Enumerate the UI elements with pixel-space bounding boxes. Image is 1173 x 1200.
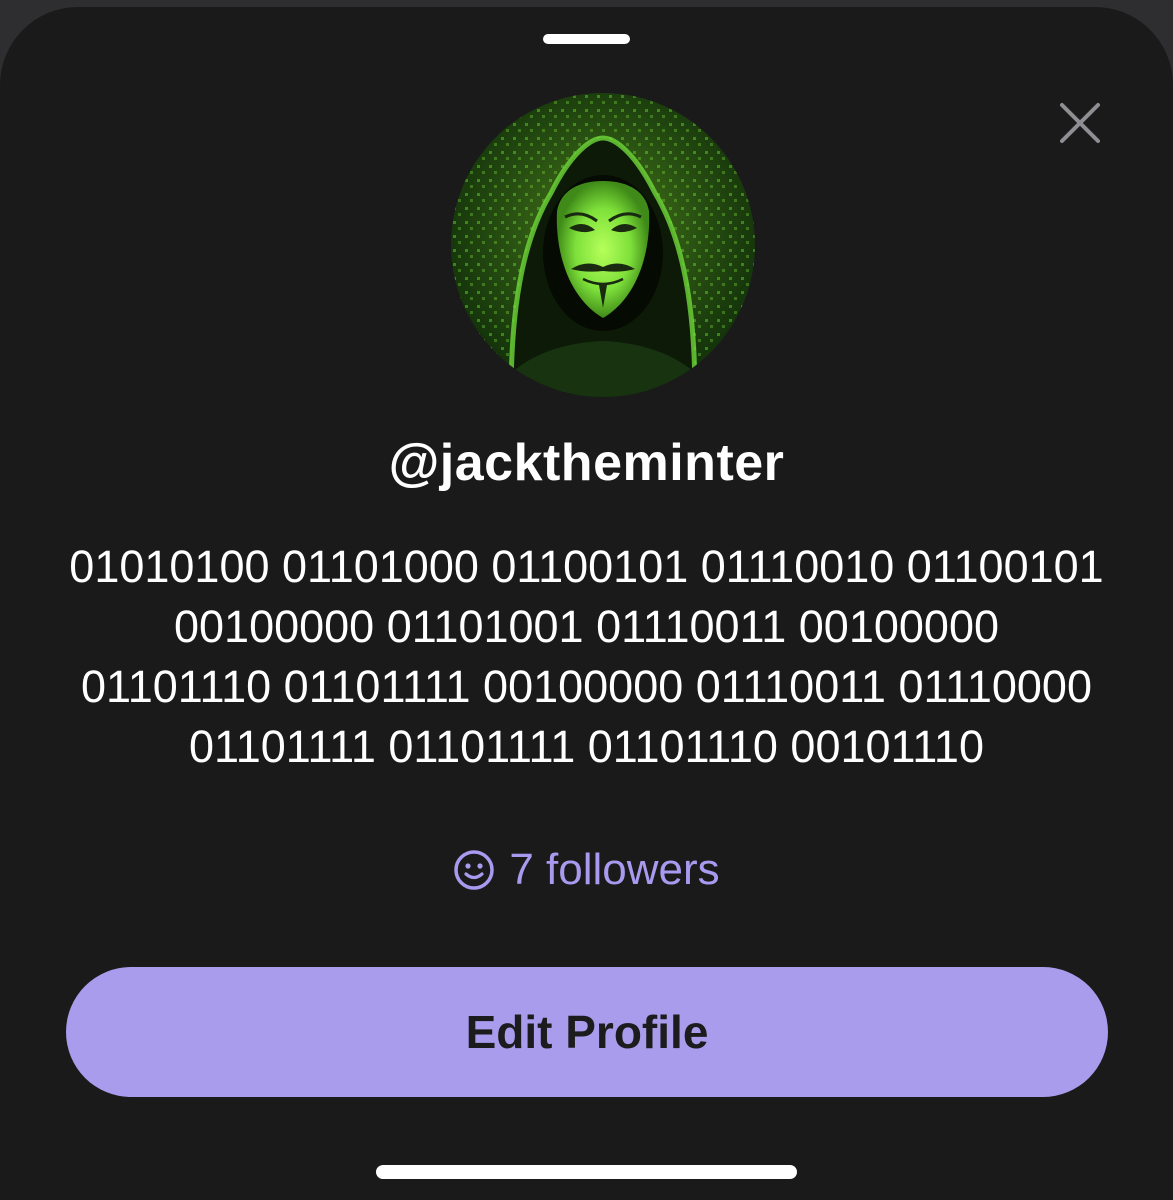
smiley-icon: [453, 849, 495, 891]
close-button[interactable]: [1052, 95, 1108, 151]
avatar: [451, 93, 755, 397]
home-indicator[interactable]: [376, 1165, 797, 1179]
followers-link[interactable]: 7 followers: [0, 845, 1173, 895]
hooded-mask-avatar-icon: [451, 93, 755, 397]
profile-sheet: @jacktheminter 01010100 01101000 0110010…: [0, 7, 1173, 1200]
profile-bio: 01010100 01101000 01100101 01110010 0110…: [40, 537, 1133, 777]
sheet-grabber[interactable]: [543, 34, 630, 44]
profile-username: @jacktheminter: [388, 434, 785, 492]
bio-line: 01101110 01101111 00100000 01110011 0111…: [80, 661, 1092, 712]
edit-profile-button[interactable]: Edit Profile: [66, 967, 1108, 1097]
bio-line: 01010100 01101000 01100101 01110010 0110…: [69, 541, 1104, 592]
bio-line: 00100000 01101001 01110011 00100000: [173, 601, 999, 652]
edit-profile-label: Edit Profile: [465, 1006, 709, 1058]
close-icon: [1060, 103, 1100, 143]
followers-count-label: 7 followers: [509, 845, 720, 894]
bio-line: 01101111 01101111 01101110 00101110: [189, 721, 984, 772]
